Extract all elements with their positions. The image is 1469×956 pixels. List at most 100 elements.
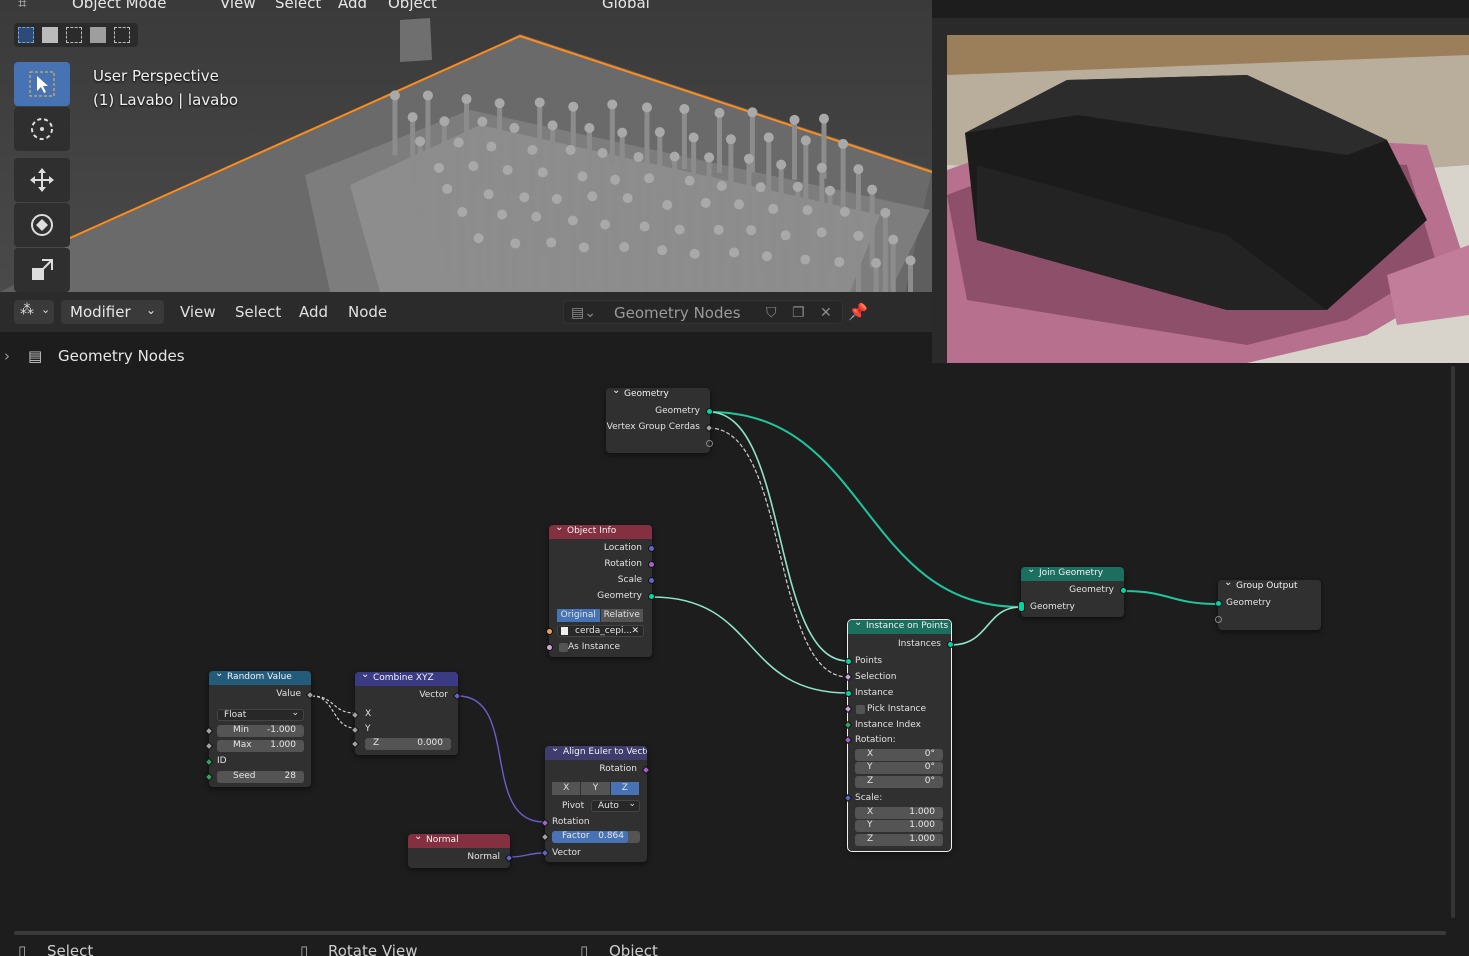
output-socket-geometry[interactable] xyxy=(648,593,655,600)
original-option[interactable]: Original xyxy=(557,609,601,622)
input-socket-instance[interactable] xyxy=(845,690,852,697)
node-align-euler-to-vector[interactable]: Align Euler to Vector Rotation X Y Z Piv… xyxy=(540,746,651,862)
node-object-info[interactable]: Object Info Location Rotation Scale Geom… xyxy=(546,525,655,657)
link-instances-to-join xyxy=(950,606,1022,646)
socket-label-instances: Instances xyxy=(898,639,941,649)
socket-label-rotation-in: Rotation xyxy=(552,817,590,827)
seed-value: 28 xyxy=(284,771,296,781)
socket-label-normal: Normal xyxy=(467,852,500,862)
data-type-value: Float xyxy=(224,710,247,720)
vertical-scrollbar[interactable] xyxy=(1451,366,1455,918)
output-socket-geometry[interactable] xyxy=(1120,587,1127,594)
input-socket-geometry[interactable] xyxy=(1215,600,1222,607)
rotation-x-value: 0° xyxy=(924,749,935,759)
axis-x-option[interactable]: X xyxy=(552,782,582,795)
node-title: Instance on Points xyxy=(848,620,951,634)
input-socket-empty[interactable] xyxy=(1215,616,1222,623)
mouse-right-icon: ▯ xyxy=(580,942,589,956)
scale-z-field[interactable]: Z 1.000 xyxy=(855,834,943,846)
node-title: Normal xyxy=(408,834,510,848)
link-random-to-x xyxy=(311,695,356,714)
output-socket-scale[interactable] xyxy=(648,577,655,584)
pivot-label: Pivot xyxy=(562,801,585,811)
socket-label-rotation: Rotation xyxy=(604,559,642,569)
clear-icon[interactable]: ✕ xyxy=(631,626,639,636)
seed-label: Seed xyxy=(233,771,256,781)
max-label: Max xyxy=(233,740,252,750)
socket-label-geometry: Geometry xyxy=(1226,598,1271,608)
input-socket-geometry-multi[interactable] xyxy=(1018,601,1025,612)
axis-y-option[interactable]: Y xyxy=(581,782,611,795)
chevron-down-icon: ⌄ xyxy=(291,708,299,718)
node-title: Object Info xyxy=(549,525,652,539)
scale-x-label: X xyxy=(867,807,874,817)
as-instance-checkbox[interactable] xyxy=(559,643,568,652)
object-field[interactable]: cerda_cepi... ✕ xyxy=(557,625,644,637)
socket-label-scale: Scale xyxy=(617,575,642,585)
node-normal[interactable]: Normal Normal xyxy=(408,834,514,868)
pivot-dropdown[interactable]: Auto ⌄ xyxy=(591,799,640,812)
input-socket-as-instance[interactable] xyxy=(546,644,553,651)
output-socket-empty[interactable] xyxy=(706,440,713,447)
transform-space-toggle: Original Relative xyxy=(557,609,644,622)
node-group-output[interactable]: Group Output Geometry xyxy=(1215,580,1321,630)
max-field[interactable]: Max 1.000 xyxy=(217,740,304,752)
mouse-middle-icon: ▯ xyxy=(300,942,309,956)
rotation-x-field[interactable]: X 0° xyxy=(855,749,943,761)
min-label: Min xyxy=(233,725,249,735)
output-socket-geometry[interactable] xyxy=(706,408,713,415)
socket-label-geometry-out: Geometry xyxy=(1069,585,1114,595)
input-socket-points[interactable] xyxy=(845,658,852,665)
z-value: 0.000 xyxy=(417,738,443,748)
socket-label-value: Value xyxy=(276,689,301,699)
socket-label-vertex-group: Vertex Group Cerdas xyxy=(606,422,700,432)
relative-option[interactable]: Relative xyxy=(600,609,644,622)
output-socket-location[interactable] xyxy=(648,545,655,552)
factor-label: Factor xyxy=(562,831,590,841)
scale-label: Scale: xyxy=(855,793,883,803)
socket-label-vector: Vector xyxy=(419,690,448,700)
output-socket-instances[interactable] xyxy=(947,641,954,648)
status-rotate-view: Rotate View xyxy=(328,942,418,956)
scale-y-field[interactable]: Y 1.000 xyxy=(855,820,943,832)
factor-field[interactable]: Factor 0.864 xyxy=(552,831,640,843)
data-type-dropdown[interactable]: Float ⌄ xyxy=(217,708,304,721)
as-instance-label: As Instance xyxy=(568,642,620,652)
axis-toggle: X Y Z xyxy=(552,782,640,795)
status-select: Select xyxy=(47,942,94,956)
socket-label-location: Location xyxy=(603,543,642,553)
input-socket-object[interactable] xyxy=(546,628,553,635)
node-join-geometry[interactable]: Join Geometry Geometry Geometry xyxy=(1018,567,1127,617)
node-title: Group Output xyxy=(1218,580,1321,594)
mouse-left-icon: ▯ xyxy=(18,942,27,956)
node-title: Combine XYZ xyxy=(355,672,458,686)
min-field[interactable]: Min -1.000 xyxy=(217,725,304,737)
id-label: ID xyxy=(217,756,227,766)
chevron-down-icon: ⌄ xyxy=(628,799,636,809)
scale-x-field[interactable]: X 1.000 xyxy=(855,807,943,819)
node-combine-xyz[interactable]: Combine XYZ Vector X Y Z 0.000 xyxy=(350,672,462,755)
node-instance-on-points[interactable]: Instance on Points Instances Points Sele… xyxy=(843,619,954,852)
rotation-z-field[interactable]: Z 0° xyxy=(855,776,943,788)
socket-label-selection: Selection xyxy=(855,672,897,682)
scale-x-value: 1.000 xyxy=(909,807,935,817)
scale-z-value: 1.000 xyxy=(909,834,935,844)
pick-instance-label: Pick Instance xyxy=(867,704,927,714)
horizontal-scrollbar[interactable] xyxy=(14,931,1446,935)
z-field[interactable]: Z 0.000 xyxy=(365,738,451,750)
rotation-label: Rotation: xyxy=(855,735,896,745)
node-group-input[interactable]: Geometry Geometry Vertex Group Cerdas xyxy=(606,388,714,453)
output-socket-rotation[interactable] xyxy=(648,561,655,568)
node-random-value[interactable]: Random Value Value Float ⌄ Min -1.000 Max… xyxy=(204,671,315,787)
seed-field[interactable]: Seed 28 xyxy=(217,771,304,783)
pick-instance-checkbox[interactable] xyxy=(856,705,865,714)
max-value: 1.000 xyxy=(270,740,296,750)
axis-z-option[interactable]: Z xyxy=(610,782,640,795)
socket-label-geometry: Geometry xyxy=(655,406,700,416)
socket-label-points: Points xyxy=(855,656,883,666)
factor-value: 0.864 xyxy=(598,831,624,841)
rotation-y-field[interactable]: Y 0° xyxy=(855,762,943,774)
status-object: Object xyxy=(609,942,658,956)
socket-label-instance-index: Instance Index xyxy=(855,720,921,730)
socket-label-vector: Vector xyxy=(552,848,581,858)
